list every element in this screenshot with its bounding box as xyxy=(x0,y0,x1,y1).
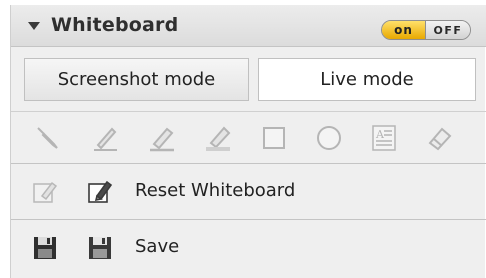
panel-header[interactable]: Whiteboard on OFF xyxy=(11,5,486,47)
panel-title: Whiteboard xyxy=(51,14,179,36)
save-label[interactable]: Save xyxy=(135,236,179,257)
text-tool-icon[interactable]: A xyxy=(368,122,400,154)
rectangle-tool-icon[interactable] xyxy=(258,122,290,154)
drawing-toolbar: A xyxy=(11,111,486,164)
reset-whiteboard-label[interactable]: Reset Whiteboard xyxy=(135,180,295,201)
save-row[interactable]: Save xyxy=(11,221,486,278)
save-floppy-icon[interactable] xyxy=(86,234,114,262)
screenshot-mode-button[interactable]: Screenshot mode xyxy=(24,58,249,101)
toggle-on-label[interactable]: on xyxy=(382,21,426,39)
highlighter-tool-icon[interactable] xyxy=(146,122,178,154)
collapse-caret-icon[interactable] xyxy=(28,22,40,30)
reset-whiteboard-icon[interactable] xyxy=(86,178,114,206)
screenshot-mode-label: Screenshot mode xyxy=(57,69,216,90)
eraser-tool-icon[interactable] xyxy=(424,122,456,154)
live-mode-button[interactable]: Live mode xyxy=(258,58,476,101)
toggle-off-label[interactable]: OFF xyxy=(426,21,470,39)
ellipse-tool-icon[interactable] xyxy=(313,122,345,154)
pointer-tool-icon[interactable] xyxy=(31,122,63,154)
reset-disabled-icon xyxy=(31,178,59,206)
marker-tool-icon[interactable] xyxy=(202,122,234,154)
save-disk-icon[interactable] xyxy=(31,234,59,262)
live-mode-label: Live mode xyxy=(320,69,414,90)
reset-whiteboard-row[interactable]: Reset Whiteboard xyxy=(11,165,486,220)
whiteboard-panel: Whiteboard on OFF Screenshot mode Live m… xyxy=(10,5,486,278)
whiteboard-on-off-toggle[interactable]: on OFF xyxy=(381,20,471,40)
pen-tool-icon[interactable] xyxy=(89,122,121,154)
svg-text:A: A xyxy=(375,128,385,141)
